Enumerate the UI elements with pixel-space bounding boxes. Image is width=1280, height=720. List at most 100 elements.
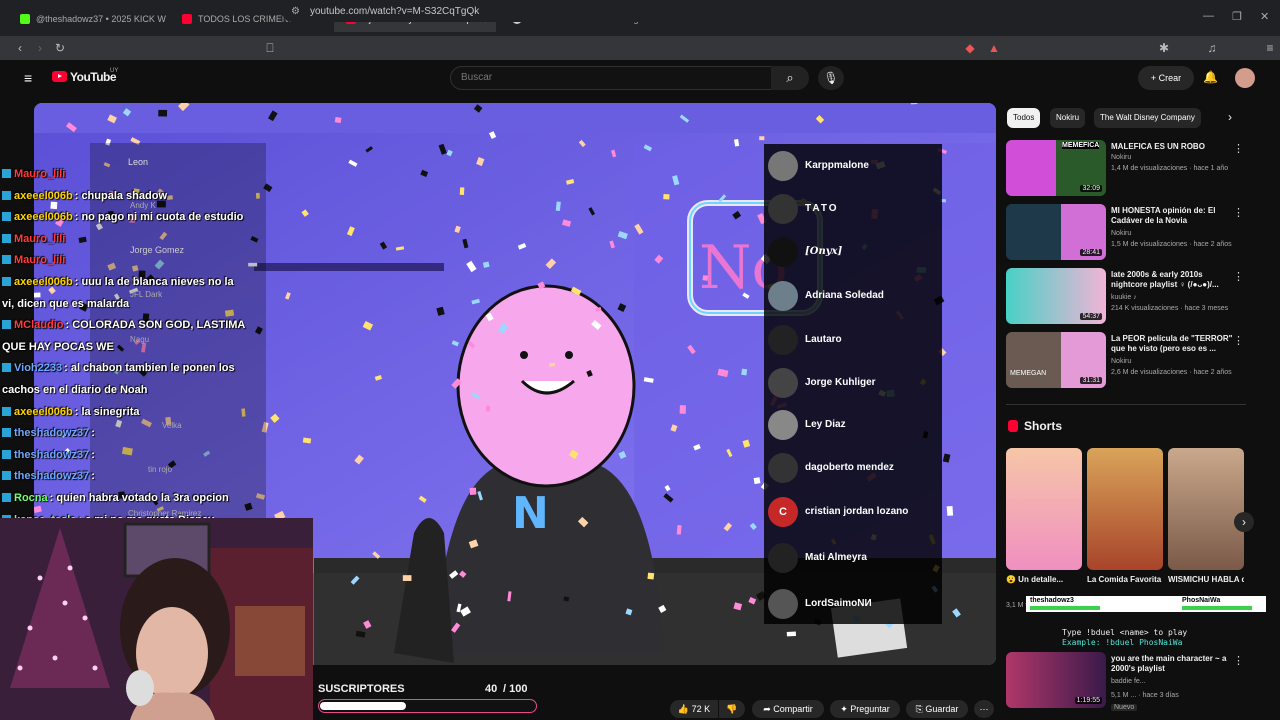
- chat-username: Mauro_lili: [14, 168, 66, 180]
- ranking-entry: Jorge Kuhliger: [764, 363, 942, 403]
- chat-text: : la sinegrita: [74, 406, 140, 418]
- search-icon[interactable]: ⌕: [771, 66, 809, 90]
- youtube-icon: [182, 14, 192, 24]
- more-actions-icon[interactable]: ⋯: [974, 700, 994, 718]
- video-thumbnail[interactable]: 28:41: [1006, 204, 1106, 260]
- short-thumbnail[interactable]: [1006, 448, 1082, 570]
- url-field[interactable]: ⚙ youtube.com/watch?v=M-S32CqTgQk: [282, 2, 1007, 22]
- more-icon[interactable]: ⋮: [1233, 142, 1244, 155]
- video-title[interactable]: La PEOR película de "TERROR" que he vist…: [1111, 334, 1241, 354]
- short-title[interactable]: La Comida Favorita de ...: [1087, 575, 1163, 585]
- video-thumbnail[interactable]: MEMEFICA 32:09: [1006, 140, 1106, 196]
- more-icon[interactable]: ⋮: [1233, 654, 1244, 667]
- avatar[interactable]: [1235, 68, 1255, 88]
- video-title[interactable]: MALEFICA ES UN ROBO: [1111, 142, 1241, 152]
- mic-icon[interactable]: 🎙: [818, 66, 844, 90]
- create-button[interactable]: + Crear: [1138, 66, 1194, 90]
- avatar: [768, 453, 798, 483]
- ranking-name: Mati Almeyra: [805, 552, 867, 563]
- short-item[interactable]: La Comida Favorita de ... visualizacione…: [1087, 448, 1163, 609]
- channel-name[interactable]: kuukie ♪: [1111, 294, 1137, 301]
- duel-health-a: [1030, 606, 1100, 610]
- chip-todos[interactable]: Todos: [1007, 108, 1041, 128]
- notifications-icon[interactable]: 🔔: [1203, 70, 1218, 84]
- minimize-icon[interactable]: —: [1203, 10, 1214, 22]
- ranking-entry: Ley Diaz: [764, 405, 942, 445]
- maximize-icon[interactable]: ❐: [1232, 10, 1242, 23]
- video-title[interactable]: late 2000s & early 2010s nightcore playl…: [1111, 270, 1241, 290]
- short-title[interactable]: 😮 Un detalle...: [1006, 575, 1082, 585]
- chat-text: vi, dicen que es malarda: [2, 298, 130, 310]
- video-thumbnail[interactable]: 54:37: [1006, 268, 1106, 324]
- video-thumbnail[interactable]: MEMEGAN 31:31: [1006, 332, 1106, 388]
- chat-message: Mauro_lili: [2, 254, 67, 267]
- short-item[interactable]: 😮 Un detalle... 3,1 M visualizaciones: [1006, 448, 1082, 609]
- ranking-entry: LordSaimoNИ: [764, 584, 942, 624]
- ranking-name: Karppmalone: [805, 160, 869, 171]
- hamburger-menu-icon[interactable]: ≡: [24, 70, 32, 86]
- recommendation-item[interactable]: MEMEGAN 31:31 La PEOR película de "TERRO…: [1006, 332, 1256, 392]
- thumbnail-text: MEMEGAN: [1010, 370, 1047, 377]
- chat-message: Vioh2233: al chabon tambien le ponen los: [2, 362, 235, 375]
- video-thumbnail[interactable]: 1:19:55: [1006, 652, 1106, 708]
- chat-message: QUE HAY POCAS WE: [2, 341, 114, 354]
- media-icon[interactable]: ♫: [1204, 38, 1220, 58]
- chip-nokiru[interactable]: Nokiru: [1050, 108, 1086, 128]
- video-title[interactable]: you are the main character ~ a 2000's pl…: [1111, 654, 1241, 674]
- menu-icon[interactable]: ≡: [1262, 38, 1278, 58]
- subscriber-current: 40: [485, 683, 498, 695]
- video-duration: 31:31: [1080, 377, 1102, 384]
- short-thumbnail[interactable]: [1168, 448, 1244, 570]
- ask-label: Preguntar: [850, 704, 890, 714]
- more-icon[interactable]: ⋮: [1233, 206, 1244, 219]
- new-badge: Nuevo: [1111, 704, 1138, 711]
- bookmark-icon[interactable]: ⎕: [262, 38, 278, 58]
- short-title[interactable]: WISMICHU HABLA de...: [1168, 575, 1244, 585]
- search-input[interactable]: Buscar: [450, 66, 772, 90]
- share-label: Compartir: [773, 704, 813, 714]
- more-icon[interactable]: ⋮: [1233, 270, 1244, 283]
- brave-rewards-icon[interactable]: ▲: [986, 38, 1002, 58]
- ranking-name: Jorge Kuhliger: [805, 377, 876, 388]
- short-thumbnail[interactable]: [1087, 448, 1163, 570]
- ranking-name: Lautaro: [805, 334, 842, 345]
- like-count: 72 K: [691, 704, 711, 714]
- close-window-icon[interactable]: ✕: [1260, 10, 1269, 23]
- short-item[interactable]: WISMICHU HABLA de... visualizaciones: [1168, 448, 1244, 609]
- recommendation-item[interactable]: MEMEFICA 32:09 MALEFICA ES UN ROBO Nokir…: [1006, 140, 1256, 200]
- dislike-button[interactable]: 👎: [719, 700, 745, 718]
- channel-name[interactable]: Nokiru: [1111, 230, 1131, 237]
- channel-name[interactable]: Nokiru: [1111, 154, 1131, 161]
- channel-name[interactable]: Nokiru: [1111, 358, 1131, 365]
- recommendation-item[interactable]: 28:41 MI HONESTA opinión de: El Cadáver …: [1006, 204, 1256, 264]
- forward-icon[interactable]: ›: [32, 38, 48, 58]
- site-info-icon[interactable]: ⚙: [291, 2, 300, 22]
- back-icon[interactable]: ‹: [12, 38, 28, 58]
- save-button[interactable]: ⎘ Guardar: [906, 700, 968, 718]
- ask-button[interactable]: ✦ Preguntar: [830, 700, 900, 718]
- youtube-logo-icon[interactable]: [52, 71, 67, 82]
- recommendation-item[interactable]: 1:19:55 you are the main character ~ a 2…: [1006, 652, 1256, 712]
- chat-badge-icon: [2, 428, 11, 437]
- shorts-heading: Shorts: [1024, 419, 1063, 433]
- like-button[interactable]: 👍 72 K: [670, 700, 718, 718]
- webcam-feed: [0, 518, 313, 720]
- recommendation-item[interactable]: 54:37 late 2000s & early 2010s nightcore…: [1006, 268, 1256, 328]
- chat-username: axeeel006b: [14, 406, 73, 418]
- shorts-next-icon[interactable]: ›: [1234, 512, 1254, 532]
- video-duration: 1:19:55: [1074, 697, 1102, 704]
- avatar: [768, 543, 798, 573]
- chip-disney[interactable]: The Walt Disney Company: [1094, 108, 1201, 128]
- chat-message: axeeel006b: no pago ni mi cuota de estud…: [2, 211, 243, 224]
- channel-name[interactable]: baddie fe...: [1111, 678, 1146, 685]
- extensions-icon[interactable]: ✱: [1156, 38, 1172, 58]
- subscriber-goal-value: / 100: [503, 683, 528, 695]
- video-title[interactable]: MI HONESTA opinión de: El Cadáver de la …: [1111, 206, 1241, 226]
- reload-icon[interactable]: ↻: [52, 38, 68, 58]
- share-button[interactable]: ➦ Compartir: [752, 700, 824, 718]
- more-icon[interactable]: ⋮: [1233, 334, 1244, 347]
- browser-tab-kick[interactable]: @theshadowz37 • 2025 KICK WRAP...: [8, 6, 166, 32]
- brave-shield-icon[interactable]: ◆: [962, 38, 978, 58]
- chat-message: Mauro_lili: [2, 233, 67, 246]
- chevron-right-icon[interactable]: ›: [1228, 110, 1232, 124]
